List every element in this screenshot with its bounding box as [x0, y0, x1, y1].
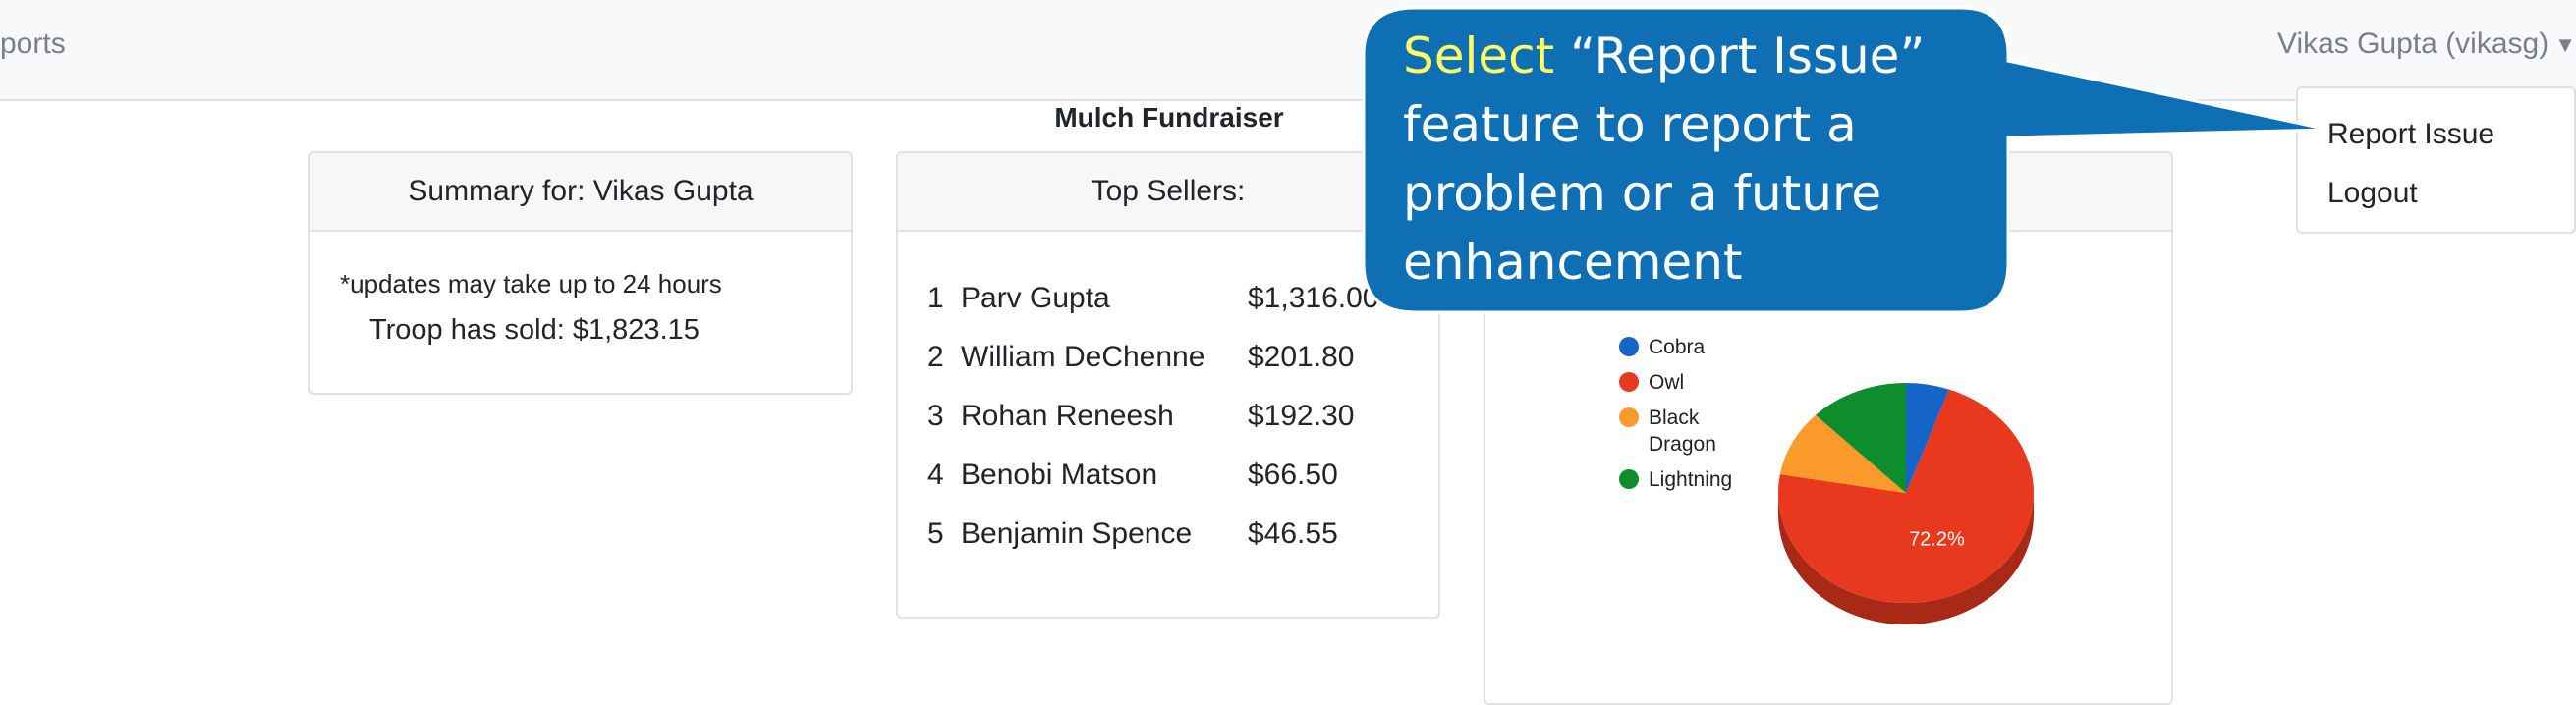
summary-note: *updates may take up to 24 hours — [340, 269, 722, 298]
table-row: 3 Rohan Reneesh $192.30 — [927, 387, 1378, 446]
legend-swatch — [1619, 469, 1639, 489]
seller-name: Parv Gupta — [961, 282, 1110, 314]
table-row: 1 Parv Gupta $1,316.00 — [927, 269, 1378, 328]
seller-name: Benobi Matson — [961, 459, 1158, 491]
seller-rank: 2 — [927, 341, 944, 373]
legend-item: Cobra — [1619, 334, 1766, 360]
legend-item: Lightning — [1619, 466, 1766, 493]
user-dropdown-menu: Report Issue Logout — [2296, 86, 2576, 234]
table-row: 5 Benjamin Spence $46.55 — [927, 505, 1378, 564]
seller-name: Benjamin Spence — [961, 517, 1193, 550]
callout-text: Select “Report Issue” feature to report … — [1403, 22, 1992, 297]
user-menu-label: Vikas Gupta (vikasg) — [2276, 27, 2549, 60]
user-menu-toggle[interactable]: Vikas Gupta (vikasg) ▼ — [2277, 27, 2576, 61]
pie-chart: 72.2% — [1778, 383, 2034, 624]
legend-item: Black Dragon — [1619, 405, 1766, 458]
seller-amount: $192.30 — [1248, 400, 1355, 432]
legend-swatch — [1619, 372, 1639, 392]
pie-data-label: 72.2% — [1909, 528, 1965, 550]
legend-label: Black Dragon — [1649, 407, 1716, 456]
summary-card: Summary for: Vikas Gupta *updates may ta… — [308, 151, 853, 395]
navbar: ports Vikas Gupta (vikasg) ▼ — [0, 0, 2576, 101]
caret-down-icon: ▼ — [2554, 32, 2576, 58]
seller-name: William DeChenne — [961, 341, 1205, 373]
legend-label: Cobra — [1649, 336, 1706, 358]
report-issue-menu-item[interactable]: Report Issue — [2327, 118, 2494, 151]
seller-rank: 3 — [927, 400, 944, 432]
seller-rank: 5 — [927, 517, 944, 550]
top-sellers-table: 1 Parv Gupta $1,316.00 2 William DeChenn… — [927, 269, 1378, 564]
chart-legend: Cobra Owl Black Dragon Lightning — [1619, 334, 1766, 502]
seller-amount: $46.55 — [1248, 517, 1338, 550]
top-sellers-header: Top Sellers: — [898, 153, 1438, 232]
legend-swatch — [1619, 337, 1639, 356]
seller-rank: 1 — [927, 282, 944, 314]
seller-name: Rohan Reneesh — [961, 400, 1174, 432]
page-title: Mulch Fundraiser — [1054, 102, 1284, 133]
seller-amount: $1,316.00 — [1248, 282, 1379, 314]
seller-rank: 4 — [927, 459, 944, 491]
legend-label: Owl — [1649, 371, 1685, 394]
table-row: 4 Benobi Matson $66.50 — [927, 446, 1378, 505]
summary-card-header: Summary for: Vikas Gupta — [310, 153, 851, 232]
callout-highlight: Select — [1403, 27, 1555, 84]
legend-label: Lightning — [1649, 468, 1733, 491]
table-row: 2 William DeChenne $201.80 — [927, 328, 1378, 387]
seller-amount: $201.80 — [1248, 341, 1355, 373]
troop-sold-total: Troop has sold: $1,823.15 — [369, 314, 700, 346]
seller-amount: $66.50 — [1248, 459, 1338, 491]
top-sellers-card: Top Sellers: 1 Parv Gupta $1,316.00 2 Wi… — [896, 151, 1440, 619]
legend-item: Owl — [1619, 369, 1766, 396]
logout-menu-item[interactable]: Logout — [2327, 177, 2418, 210]
nav-link-reports[interactable]: ports — [0, 27, 66, 61]
legend-swatch — [1619, 407, 1639, 427]
